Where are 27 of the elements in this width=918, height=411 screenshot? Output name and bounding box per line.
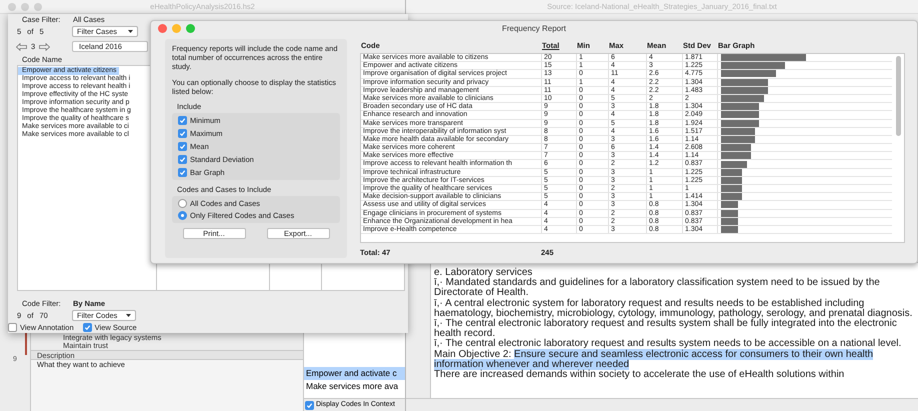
checkbox[interactable] [8,323,17,332]
scrollbar-thumb[interactable] [896,56,900,136]
paragraph: There are increased demands within society to accelerate the use of eHealth solutions within [434,370,846,380]
next-button[interactable] [39,42,50,51]
close-button[interactable] [158,24,167,33]
checkbox[interactable] [82,323,92,332]
paragraph: e. Laboratory services [434,268,532,278]
list-item[interactable]: Make services more ava [304,380,405,393]
previous-button[interactable] [16,42,27,51]
radio-button[interactable] [178,199,187,208]
checkbox[interactable] [178,155,187,164]
zoom-button[interactable] [186,24,195,33]
paragraph: ī,· Mandated standards and guidelines for a laboratory classification system need to be issued by the Directorate of Health. [434,278,881,298]
paragraph: ī,· The central electronic laboratory request and results system needs to be accessible on a national level. [434,339,902,350]
checkbox[interactable] [305,400,314,410]
caret-icon [128,30,133,33]
radio-button[interactable] [178,211,187,220]
caret-icon [126,314,131,318]
checkbox[interactable] [178,129,187,138]
dialog-title: Frequency Report [502,22,566,34]
paragraph: Main Objective 2: Ensure secure and seamless electronic access for consumers to their own health information whenever and wherever needed [434,350,874,370]
checkbox[interactable] [178,116,187,125]
paragraph: ī,· A central electronic system for laboratory request and results needs to be established including haematology, biochemistry, microbiology, cytology, immunology, pathology, serology, and prenatal diagnosis. [434,298,914,319]
paragraph: ī,· The central electronic laboratory request and results system shall be fully integrated into the electronic health record. [434,319,897,340]
list-item[interactable]: Empower and activate c [304,367,405,380]
checkbox[interactable] [178,168,187,177]
checkbox[interactable] [178,142,187,151]
